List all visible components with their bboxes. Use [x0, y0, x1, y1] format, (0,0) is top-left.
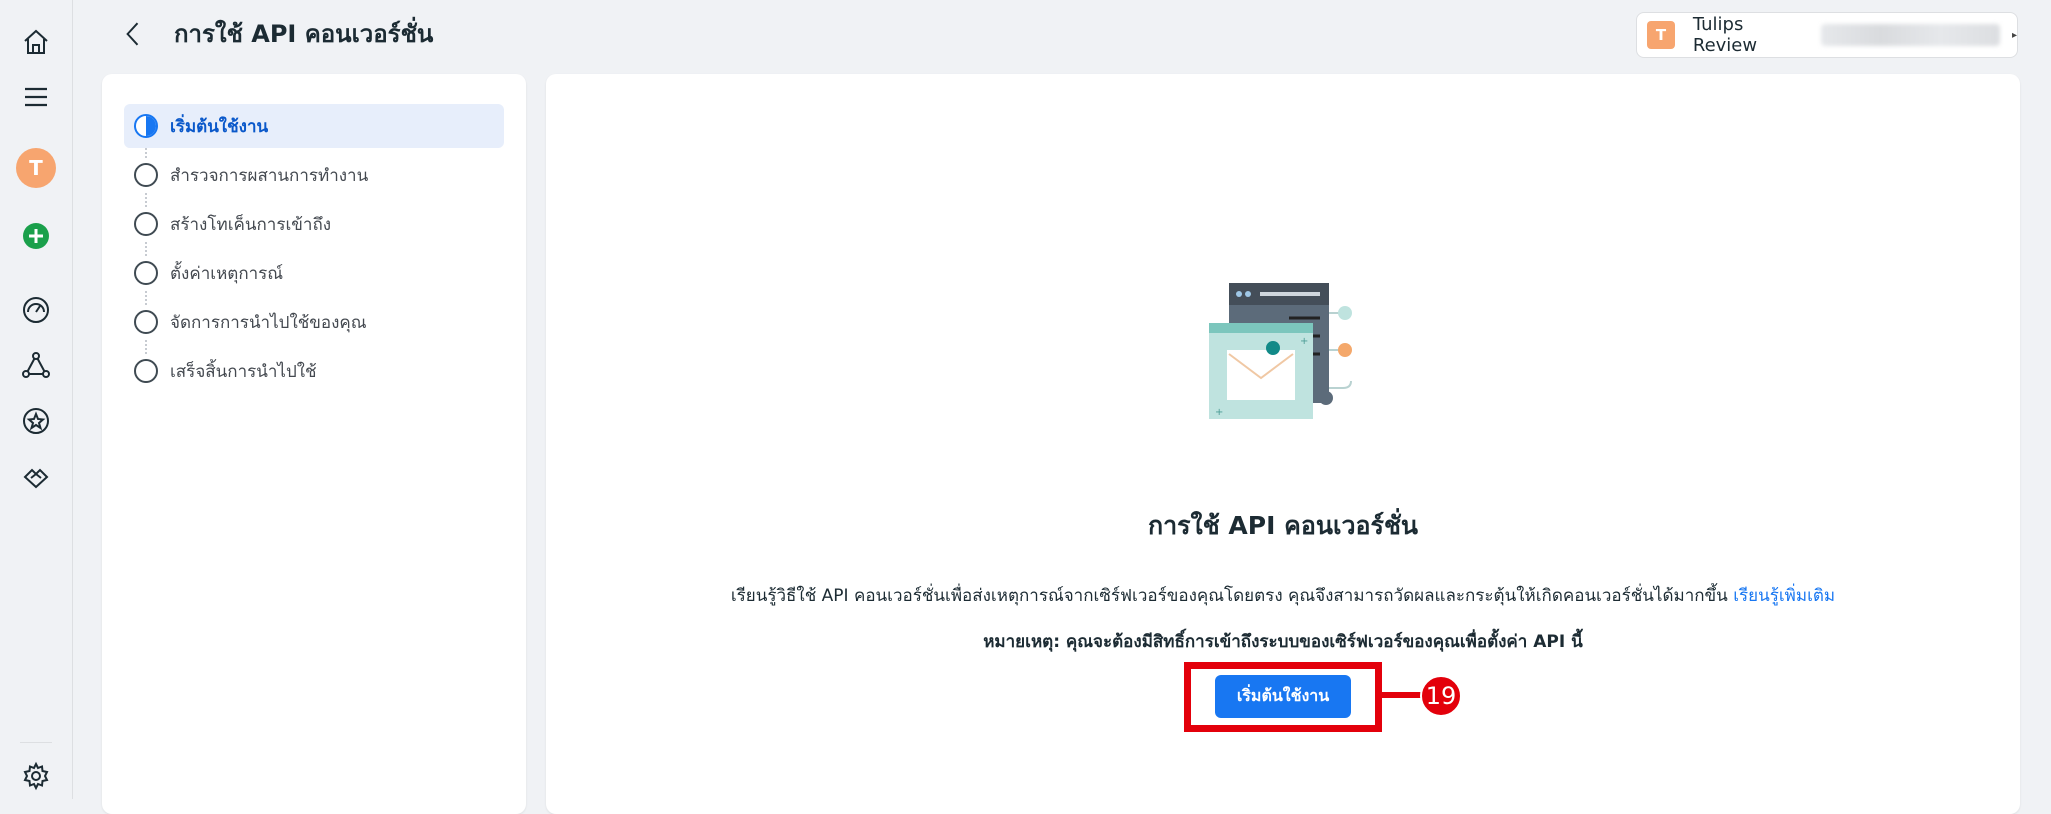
dashboard-icon[interactable]: [16, 290, 56, 330]
account-avatar: T: [1647, 21, 1675, 49]
circle-icon: [134, 359, 158, 383]
step-label: สำรวจการผสานการทำงาน: [170, 165, 369, 186]
partnership-icon[interactable]: [16, 458, 56, 498]
step-create-access-token[interactable]: สร้างโทเค็นการเข้าถึง: [124, 202, 504, 246]
back-button[interactable]: [118, 16, 148, 52]
chevron-left-icon: [126, 22, 139, 46]
circle-icon: [134, 163, 158, 187]
left-nav-rail: T: [0, 0, 73, 799]
step-finish-implementation[interactable]: เสร็จสิ้นการนำไปใช้: [124, 349, 504, 393]
half-circle-icon: [134, 114, 158, 138]
step-manage-implementation[interactable]: จัดการการนำไปใช้ของคุณ: [124, 300, 504, 344]
setup-steps-panel: เริ่มต้นใช้งาน สำรวจการผสานการทำงาน สร้า…: [102, 74, 526, 814]
step-label: จัดการการนำไปใช้ของคุณ: [170, 312, 367, 333]
description: เรียนรู้วิธีใช้ API คอนเวอร์ชั่นเพื่อส่ง…: [546, 582, 2020, 609]
network-icon[interactable]: [16, 345, 56, 385]
star-icon[interactable]: [16, 401, 56, 441]
caret-icon: ▸: [2011, 29, 2017, 41]
home-icon[interactable]: [16, 22, 56, 62]
menu-icon[interactable]: [16, 77, 56, 117]
description-text: เรียนรู้วิธีใช้ API คอนเวอร์ชั่นเพื่อส่ง…: [730, 586, 1728, 606]
add-icon[interactable]: [16, 216, 56, 256]
svg-text:+: +: [1215, 407, 1223, 418]
svg-text:+: +: [1300, 336, 1308, 347]
get-started-button[interactable]: เริ่มต้นใช้งาน: [1215, 675, 1351, 718]
account-selector[interactable]: T Tulips Review ▸: [1636, 12, 2018, 58]
avatar-initial: T: [16, 148, 56, 188]
settings-icon[interactable]: [16, 756, 56, 796]
avatar[interactable]: T: [16, 148, 56, 188]
circle-icon: [134, 261, 158, 285]
step-label: เริ่มต้นใช้งาน: [170, 116, 269, 137]
step-set-up-events[interactable]: ตั้งค่าเหตุการณ์: [124, 251, 504, 295]
circle-icon: [134, 310, 158, 334]
step-explore-integrations[interactable]: สำรวจการผสานการทำงาน: [124, 153, 504, 197]
account-name: Tulips Review: [1692, 14, 1758, 56]
account-id-redacted: [1820, 24, 2000, 46]
step-label: ตั้งค่าเหตุการณ์: [170, 263, 284, 284]
step-get-started[interactable]: เริ่มต้นใช้งาน: [124, 104, 504, 148]
annotation-step-badge: 19: [1420, 675, 1462, 717]
note-text: หมายเหตุ: คุณจะต้องมีสิทธิ์การเข้าถึงระบ…: [983, 632, 1583, 652]
rail-divider: [20, 742, 52, 743]
step-label: เสร็จสิ้นการนำไปใช้: [170, 361, 317, 382]
step-label: สร้างโทเค็นการเข้าถึง: [170, 214, 332, 235]
server-email-illustration: + +: [1209, 283, 1352, 419]
annotation-connector: [1382, 692, 1424, 698]
section-title: การใช้ API คอนเวอร์ชั่น: [1147, 511, 1419, 540]
learn-more-link[interactable]: เรียนรู้เพิ่มเติม: [1733, 586, 1835, 606]
page-title: การใช้ API คอนเวอร์ชั่น: [174, 20, 434, 48]
circle-icon: [134, 212, 158, 236]
